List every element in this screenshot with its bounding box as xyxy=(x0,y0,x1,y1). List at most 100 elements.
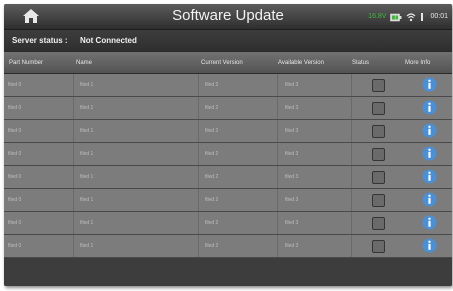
info-icon[interactable] xyxy=(422,77,437,92)
cell-text: filed 1 xyxy=(80,197,94,203)
column-header-part-number: Part Number xyxy=(9,60,44,66)
cell-part-number: filed 0 xyxy=(4,189,74,211)
cell-text: filed 0 xyxy=(8,105,22,111)
status-checkbox[interactable] xyxy=(372,102,385,115)
cell-name: filed 1 xyxy=(74,189,199,211)
table-row[interactable]: filed 0 filed 1 filed 2 filed 3 xyxy=(4,74,452,97)
cell-text: filed 1 xyxy=(80,243,94,249)
cell-text: filed 2 xyxy=(205,82,219,88)
cell-current-version: filed 2 xyxy=(199,166,278,188)
column-header-current-version: Current Version xyxy=(201,60,243,66)
battery-plug-icon xyxy=(390,13,402,22)
info-icon[interactable] xyxy=(422,169,437,184)
column-header-more-info: More Info xyxy=(405,60,431,66)
status-indicators: 16.8V 00:01 xyxy=(368,11,448,23)
cell-part-number: filed 0 xyxy=(4,166,74,188)
cell-text: filed 1 xyxy=(80,82,94,88)
cell-text: filed 2 xyxy=(205,197,219,203)
cell-part-number: filed 0 xyxy=(4,120,74,142)
cell-text: filed 1 xyxy=(80,174,94,180)
info-icon[interactable] xyxy=(422,192,437,207)
table-row[interactable]: filed 0 filed 1 filed 2 filed 3 xyxy=(4,143,452,166)
cell-text: filed 1 xyxy=(80,128,94,134)
cell-text: filed 3 xyxy=(285,197,299,203)
cell-part-number: filed 0 xyxy=(4,74,74,96)
cell-text: filed 3 xyxy=(285,174,299,180)
table-row[interactable]: filed 0 filed 1 filed 2 filed 3 xyxy=(4,212,452,235)
cell-part-number: filed 0 xyxy=(4,235,74,257)
cell-text: filed 3 xyxy=(285,82,299,88)
cell-current-version: filed 2 xyxy=(199,74,278,96)
info-icon[interactable] xyxy=(422,123,437,138)
cell-text: filed 0 xyxy=(8,197,22,203)
cell-part-number: filed 0 xyxy=(4,212,74,234)
info-icon[interactable] xyxy=(422,215,437,230)
table-row[interactable]: filed 0 filed 1 filed 2 filed 3 xyxy=(4,97,452,120)
cell-available-version: filed 3 xyxy=(278,235,352,257)
cell-available-version: filed 3 xyxy=(278,189,352,211)
cell-current-version: filed 2 xyxy=(199,143,278,165)
status-checkbox[interactable] xyxy=(372,194,385,207)
voltage-readout: 16.8V xyxy=(368,13,387,20)
server-status-label: Server status : xyxy=(12,36,68,45)
cell-text: filed 0 xyxy=(8,220,22,226)
cell-text: filed 2 xyxy=(205,220,219,226)
table-row[interactable]: filed 0 filed 1 filed 2 filed 3 xyxy=(4,120,452,143)
cell-text: filed 3 xyxy=(285,105,299,111)
title-bar: Software Update 16.8V 00:01 xyxy=(4,4,452,30)
cell-available-version: filed 3 xyxy=(278,143,352,165)
cell-name: filed 1 xyxy=(74,143,199,165)
status-checkbox[interactable] xyxy=(372,148,385,161)
cell-part-number: filed 0 xyxy=(4,97,74,119)
cell-available-version: filed 3 xyxy=(278,74,352,96)
device-screen: Software Update 16.8V 00:01 Server statu… xyxy=(4,4,452,286)
cell-available-version: filed 3 xyxy=(278,166,352,188)
cell-current-version: filed 2 xyxy=(199,120,278,142)
cell-available-version: filed 3 xyxy=(278,97,352,119)
cell-text: filed 1 xyxy=(80,220,94,226)
table-row[interactable]: filed 0 filed 1 filed 2 filed 3 xyxy=(4,166,452,189)
cell-text: filed 3 xyxy=(285,128,299,134)
cell-name: filed 1 xyxy=(74,166,199,188)
cell-available-version: filed 3 xyxy=(278,212,352,234)
cell-text: filed 3 xyxy=(285,151,299,157)
table-row[interactable]: filed 0 filed 1 filed 2 filed 3 xyxy=(4,235,452,258)
cell-text: filed 2 xyxy=(205,105,219,111)
cell-current-version: filed 2 xyxy=(199,97,278,119)
cell-text: filed 0 xyxy=(8,128,22,134)
table-row[interactable]: filed 0 filed 1 filed 2 filed 3 xyxy=(4,189,452,212)
cell-part-number: filed 0 xyxy=(4,143,74,165)
table-header: Part Number Name Current Version Availab… xyxy=(4,51,452,74)
cell-name: filed 1 xyxy=(74,235,199,257)
status-checkbox[interactable] xyxy=(372,240,385,253)
cell-text: filed 2 xyxy=(205,174,219,180)
software-table-body: filed 0 filed 1 filed 2 filed 3 filed 0 … xyxy=(4,74,452,258)
status-checkbox[interactable] xyxy=(372,125,385,138)
info-icon[interactable] xyxy=(422,146,437,161)
cell-name: filed 1 xyxy=(74,74,199,96)
info-icon[interactable] xyxy=(422,100,437,115)
cell-text: filed 3 xyxy=(285,243,299,249)
server-status-value: Not Connected xyxy=(80,36,137,45)
wifi-icon xyxy=(407,13,416,22)
cell-text: filed 2 xyxy=(205,151,219,157)
status-checkbox[interactable] xyxy=(372,79,385,92)
cell-current-version: filed 2 xyxy=(199,189,278,211)
cell-current-version: filed 2 xyxy=(199,235,278,257)
column-header-name: Name xyxy=(76,60,93,66)
signal-bar-icon xyxy=(421,13,424,21)
cell-text: filed 1 xyxy=(80,105,94,111)
cell-available-version: filed 3 xyxy=(278,120,352,142)
cell-text: filed 2 xyxy=(205,243,219,249)
cell-text: filed 2 xyxy=(205,128,219,134)
status-checkbox[interactable] xyxy=(372,171,385,184)
cell-text: filed 3 xyxy=(285,220,299,226)
cell-name: filed 1 xyxy=(74,97,199,119)
footer-bar xyxy=(4,258,452,286)
cell-text: filed 0 xyxy=(8,151,22,157)
column-header-status: Status xyxy=(352,60,370,66)
info-icon[interactable] xyxy=(422,238,437,253)
cell-text: filed 0 xyxy=(8,174,22,180)
server-status-bar: Server status : Not Connected xyxy=(4,30,452,51)
status-checkbox[interactable] xyxy=(372,217,385,230)
